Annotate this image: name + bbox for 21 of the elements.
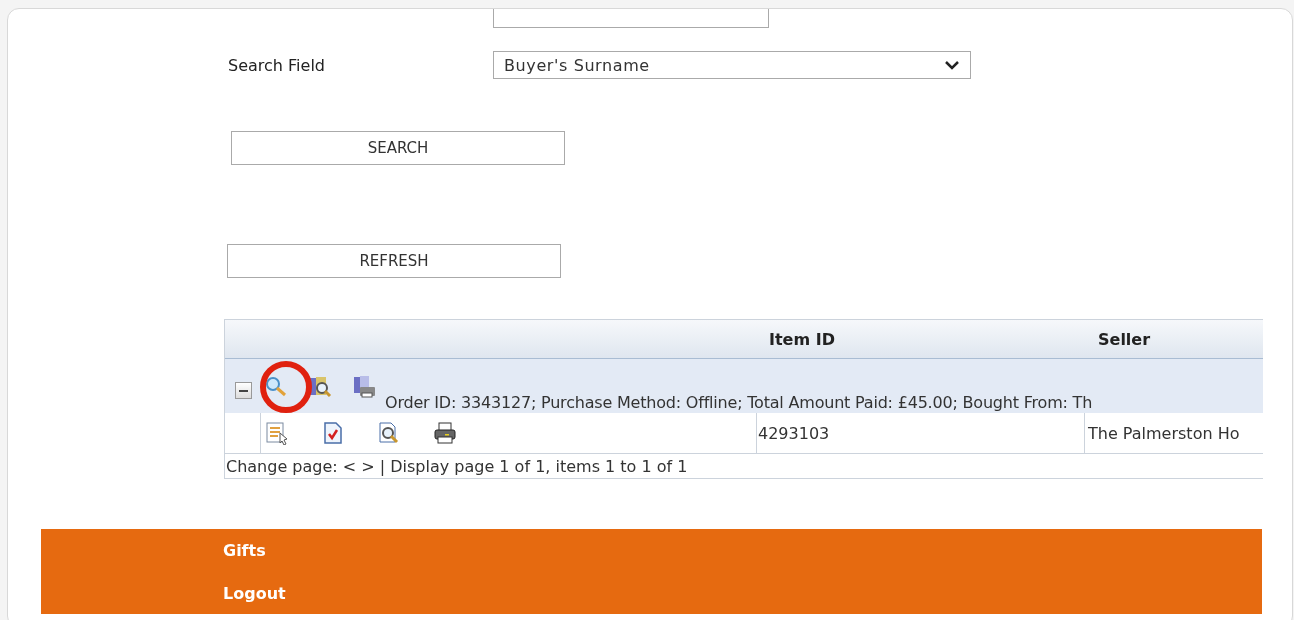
search-button[interactable]: SEARCH [231, 131, 565, 165]
document-magnifier-icon[interactable] [377, 421, 401, 445]
column-header: Item ID [769, 329, 835, 349]
field-label: Search Field [228, 55, 326, 75]
refresh-button[interactable]: REFRESH [227, 244, 561, 278]
chevron-down-icon [944, 60, 960, 70]
table-cell: The Palmerston Ho [1088, 423, 1240, 443]
collapse-icon[interactable] [235, 382, 252, 399]
input-field[interactable] [493, 9, 769, 28]
column-header: Seller [1098, 329, 1151, 349]
printer-icon[interactable] [433, 421, 457, 445]
highlight-circle [260, 361, 312, 413]
magnifier-key-icon[interactable] [264, 375, 288, 399]
list-cursor-icon[interactable] [265, 421, 289, 445]
binder-magnifier-icon[interactable] [308, 375, 332, 399]
search-field-dropdown[interactable]: Buyer's Surname [493, 51, 971, 79]
order-summary: Order ID: 3343127; Purchase Method: Offline; Total Amount Paid: £45.00; Bought From: Th [385, 393, 1093, 412]
pager-text: Change page: < > | Display page 1 of 1, items 1 to 1 of 1 [225, 456, 689, 478]
binder-printer-icon[interactable] [352, 375, 376, 399]
checked-document-icon[interactable] [321, 421, 345, 445]
table-cell: 4293103 [758, 423, 830, 443]
